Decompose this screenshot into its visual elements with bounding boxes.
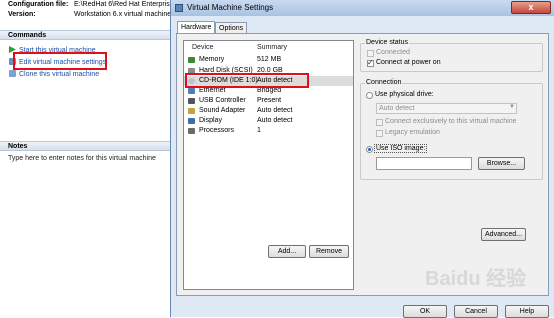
highlight-cd-rom bbox=[185, 73, 309, 88]
dialog-titlebar[interactable]: Virtual Machine Settings x bbox=[171, 0, 554, 16]
legacy-emulation-label: Legacy emulation bbox=[385, 129, 440, 136]
device-row-memory[interactable]: Memory 512 MB bbox=[184, 55, 353, 65]
connected-checkbox[interactable] bbox=[367, 50, 374, 57]
clone-icon bbox=[9, 70, 16, 77]
close-button[interactable]: x bbox=[511, 1, 551, 14]
physical-drive-select[interactable]: Auto detect ▼ bbox=[376, 103, 517, 114]
version-row: Version: Workstation 6.x virtual machine bbox=[8, 11, 171, 18]
highlight-edit-settings bbox=[13, 52, 107, 70]
vm-icon bbox=[175, 4, 183, 12]
device-name: Display bbox=[199, 117, 222, 124]
version-label: Version: bbox=[8, 11, 36, 18]
config-file-label: Configuration file: bbox=[8, 1, 69, 8]
use-iso-image-radio[interactable] bbox=[366, 146, 373, 153]
device-name: Memory bbox=[199, 56, 225, 63]
device-name: Sound Adapter bbox=[199, 107, 246, 114]
device-summary: Present bbox=[257, 97, 282, 104]
usb-icon bbox=[188, 98, 195, 104]
summary-column-header[interactable]: Summary bbox=[257, 44, 287, 51]
connect-exclusively-label: Connect exclusively to this virtual mach… bbox=[385, 118, 517, 125]
device-summary: 1 bbox=[257, 127, 261, 134]
cancel-button[interactable]: Cancel bbox=[454, 305, 498, 318]
legacy-emulation-checkbox[interactable] bbox=[376, 130, 383, 137]
device-status-group bbox=[360, 43, 543, 72]
device-column-header[interactable]: Device bbox=[192, 44, 213, 51]
ethernet-icon bbox=[188, 88, 195, 94]
physical-drive-value: Auto detect bbox=[379, 105, 415, 112]
memory-icon bbox=[188, 57, 195, 63]
chevron-down-icon: ▼ bbox=[509, 104, 515, 110]
advanced-button[interactable]: Advanced... bbox=[481, 228, 526, 241]
connect-exclusively-checkbox[interactable] bbox=[376, 119, 383, 126]
device-row-usb[interactable]: USB Controller Present bbox=[184, 96, 353, 106]
iso-path-input[interactable] bbox=[376, 157, 472, 170]
use-iso-image-label: Use ISO image: bbox=[374, 144, 428, 153]
clone-vm-link[interactable]: Clone this virtual machine bbox=[9, 70, 99, 78]
clone-vm-label: Clone this virtual machine bbox=[19, 71, 100, 78]
notes-input[interactable]: Type here to enter notes for this virtua… bbox=[8, 155, 156, 162]
device-summary: 512 MB bbox=[257, 56, 282, 63]
device-summary: Auto detect bbox=[257, 117, 293, 124]
device-row-processors[interactable]: Processors 1 bbox=[184, 126, 353, 136]
device-row-sound[interactable]: Sound Adapter Auto detect bbox=[184, 106, 353, 116]
add-device-button[interactable]: Add... bbox=[268, 245, 306, 258]
processor-icon bbox=[188, 128, 195, 134]
commands-header: Commands bbox=[0, 30, 170, 40]
remove-device-button[interactable]: Remove bbox=[309, 245, 349, 258]
device-summary: Auto detect bbox=[257, 107, 293, 114]
sound-icon bbox=[188, 108, 195, 114]
browse-button[interactable]: Browse... bbox=[478, 157, 525, 170]
use-physical-drive-radio[interactable] bbox=[366, 92, 373, 99]
help-button[interactable]: Help bbox=[505, 305, 549, 318]
use-physical-drive-label: Use physical drive: bbox=[375, 91, 434, 98]
tab-options[interactable]: Options bbox=[215, 22, 248, 33]
ok-button[interactable]: OK bbox=[403, 305, 447, 318]
connected-label: Connected bbox=[376, 49, 410, 56]
connect-at-power-on-label: Connect at power on bbox=[376, 59, 441, 66]
display-icon bbox=[188, 118, 195, 124]
tab-hardware[interactable]: Hardware bbox=[177, 21, 216, 33]
version-value: Workstation 6.x virtual machine bbox=[74, 11, 172, 18]
notes-header: Notes bbox=[0, 141, 170, 151]
device-row-display[interactable]: Display Auto detect bbox=[184, 116, 353, 126]
watermark: Baidu 经验 bbox=[425, 268, 527, 290]
connect-at-power-on-checkbox[interactable] bbox=[367, 58, 374, 67]
dialog-title: Virtual Machine Settings bbox=[187, 3, 274, 12]
connection-title: Connection bbox=[365, 79, 403, 86]
config-file-row: Configuration file: E:\RedHat 6\Red Hat E… bbox=[8, 1, 174, 8]
vm-summary-panel: Configuration file: E:\RedHat 6\Red Hat E… bbox=[0, 0, 174, 317]
device-status-title: Device status bbox=[365, 39, 410, 46]
config-file-value: E:\RedHat 6\Red Hat Enterprise bbox=[74, 1, 174, 8]
device-name: USB Controller bbox=[199, 97, 246, 104]
device-name: Processors bbox=[199, 127, 235, 134]
